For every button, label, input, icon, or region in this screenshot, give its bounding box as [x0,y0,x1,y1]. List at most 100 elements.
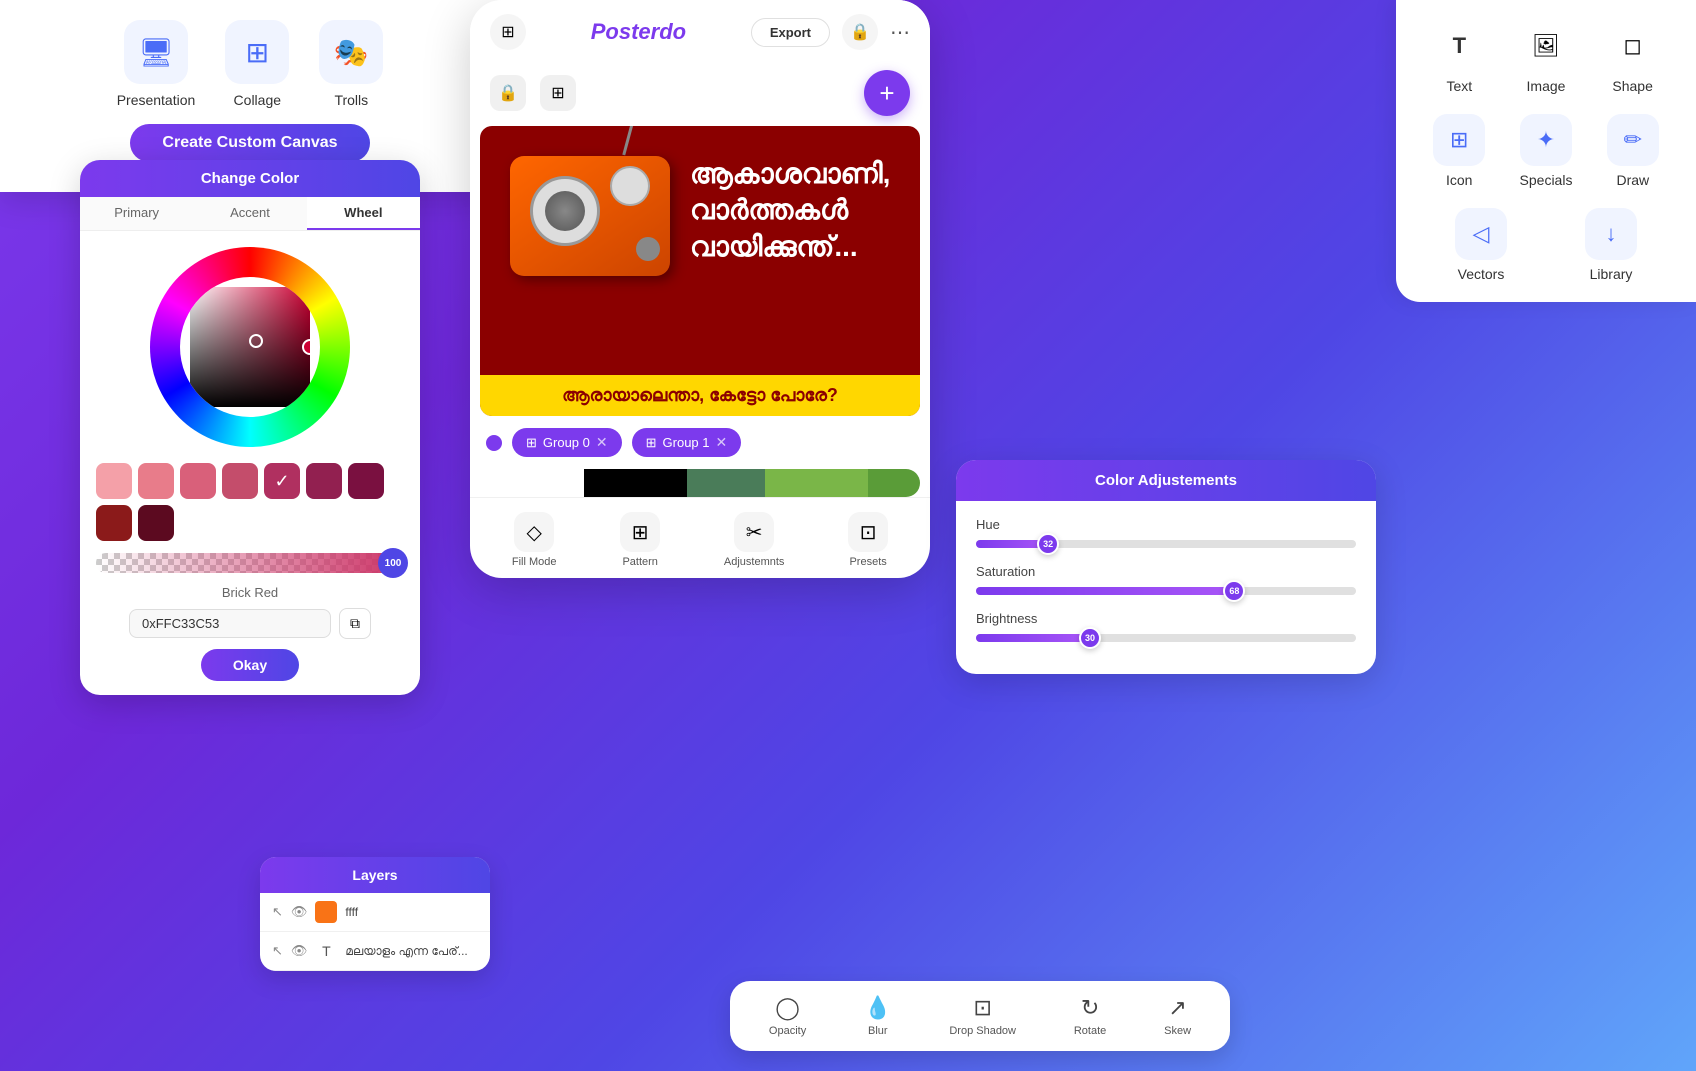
presets-label: Presets [849,556,886,568]
trolls-item[interactable]: 🎭 Trolls [319,20,383,108]
phone-header: ⊞ Posterdo Export 🔒 ⋯ [470,0,930,64]
library-icon: ↓ [1585,208,1637,260]
template-types: 🖥 Presentation ⊞ Collage 🎭 Trolls [30,20,470,108]
opacity-track: 100 [96,553,404,573]
shape-tool[interactable]: ◻ Shape [1607,20,1659,94]
color-hex-row: ⧉ [80,604,420,649]
right-panel: T Text 🖼 Image ◻ Shape ⊞ Icon ✦ Specials… [1396,0,1696,302]
radio-knob [636,237,660,261]
bar-green [765,469,869,497]
opacity-button[interactable]: ◯ Opacity [769,995,806,1037]
color-adj-header: Color Adjustements [956,460,1376,501]
opacity-icon: ◯ [775,995,800,1021]
okay-button[interactable]: Okay [201,649,299,681]
saturation-slider-thumb[interactable]: 68 [1223,580,1245,602]
library-label: Library [1590,266,1633,282]
tab-accent[interactable]: Accent [193,197,306,230]
color-wheel[interactable] [150,247,350,447]
text-tool[interactable]: T Text [1433,20,1485,94]
yellow-bar-text: ആരായാലെന്താ, കേട്ടോ പോരേ? [562,385,838,405]
adjustments-button[interactable]: ✂ Adjustemnts [724,512,785,568]
text-icon: T [1433,20,1485,72]
app-logo: Posterdo [591,19,686,45]
swatch-8[interactable] [96,505,132,541]
group-0-pill[interactable]: ⊞ Group 0 ✕ [512,428,622,457]
icon-tool[interactable]: ⊞ Icon [1433,114,1485,188]
add-element-button[interactable]: + [864,70,910,116]
hex-input[interactable] [129,609,331,638]
brightness-slider-track[interactable]: 30 [976,634,1356,642]
fill-mode-button[interactable]: ◇ Fill Mode [512,512,557,568]
skew-button[interactable]: ↗ Skew [1164,995,1191,1037]
group-dot[interactable] [486,435,502,451]
hue-label: Hue [976,517,1356,532]
presets-button[interactable]: ⊡ Presets [848,512,888,568]
group-1-close[interactable]: ✕ [716,434,728,451]
swatch-4[interactable] [222,463,258,499]
saturation-slider-track[interactable]: 68 [976,587,1356,595]
vectors-tool[interactable]: ◁ Vectors [1455,208,1507,282]
presentation-icon: 🖥 [124,20,188,84]
layers-button[interactable]: ⊞ [490,14,526,50]
library-tool[interactable]: ↓ Library [1585,208,1637,282]
color-wheel-inner [180,277,320,417]
bar-green-light [868,469,920,497]
swatch-5-selected[interactable] [264,463,300,499]
pattern-button[interactable]: ⊞ Pattern [620,512,660,568]
image-tool[interactable]: 🖼 Image [1520,20,1572,94]
hue-slider-track[interactable]: 32 [976,540,1356,548]
tab-primary[interactable]: Primary [80,197,193,230]
specials-icon: ✦ [1520,114,1572,166]
swatch-2[interactable] [138,463,174,499]
bottom-actions-bar: ◯ Opacity 💧 Blur ⊡ Drop Shadow ↻ Rotate … [730,981,1230,1051]
swatch-3[interactable] [180,463,216,499]
layer-row-0[interactable]: ↖ 👁 ffff [260,893,490,932]
export-button[interactable]: Export [751,18,830,47]
layer-vis-icon-1[interactable]: 👁 [291,943,308,959]
tab-wheel[interactable]: Wheel [307,197,420,230]
color-gradient-box[interactable] [190,287,310,407]
bar-green-dark [687,469,765,497]
opacity-slider-area[interactable]: 100 [80,549,420,581]
copy-hex-button[interactable]: ⧉ [339,608,371,639]
presentation-item[interactable]: 🖥 Presentation [117,20,196,108]
lock-button[interactable]: 🔒 [842,14,878,50]
rotate-label: Rotate [1074,1025,1106,1037]
swatch-6[interactable] [306,463,342,499]
fill-mode-icon: ◇ [514,512,554,552]
brightness-slider-thumb[interactable]: 30 [1079,627,1101,649]
create-custom-canvas-button[interactable]: Create Custom Canvas [130,124,369,162]
saturation-row: Saturation 68 [976,564,1356,595]
layers-header: Layers [260,857,490,893]
more-options-button[interactable]: ⋯ [890,20,910,45]
collage-item[interactable]: ⊞ Collage [225,20,289,108]
fill-mode-label: Fill Mode [512,556,557,568]
color-adjustments-card: Color Adjustements Hue 32 Saturation 68 [956,460,1376,674]
hue-value: 32 [1043,539,1053,549]
trolls-icon: 🎭 [319,20,383,84]
layer-select-icon-0: ↖ [272,904,283,920]
drop-shadow-button[interactable]: ⊡ Drop Shadow [949,995,1016,1037]
draw-tool[interactable]: ✏ Draw [1607,114,1659,188]
swatch-1[interactable] [96,463,132,499]
undo-button[interactable]: 🔒 [490,75,526,111]
text-label: Text [1446,78,1472,94]
color-wheel-area[interactable] [80,231,420,463]
drop-shadow-label: Drop Shadow [949,1025,1016,1037]
swatch-9[interactable] [138,505,174,541]
brightness-row: Brightness 30 [976,611,1356,642]
specials-tool[interactable]: ✦ Specials [1520,114,1573,188]
swatch-7[interactable] [348,463,384,499]
group-1-pill[interactable]: ⊞ Group 1 ✕ [632,428,742,457]
drop-shadow-icon: ⊡ [973,995,991,1021]
layer-vis-icon-0[interactable]: 👁 [291,904,308,920]
layer-row-1[interactable]: ↖ 👁 T മലയാളം എന്ന പേര്... [260,932,490,971]
hue-slider-thumb[interactable]: 32 [1037,533,1059,555]
brightness-value: 30 [1085,633,1095,643]
radio-speaker [530,176,600,246]
canvas-area: ആകാശവാണി, വാർത്തകൾ വായിക്കുന്ത്... ആരായാ… [480,126,920,416]
blur-button[interactable]: 💧 Blur [864,995,891,1037]
rotate-button[interactable]: ↻ Rotate [1074,995,1106,1037]
group-0-close[interactable]: ✕ [596,434,608,451]
grid-button[interactable]: ⊞ [540,75,576,111]
